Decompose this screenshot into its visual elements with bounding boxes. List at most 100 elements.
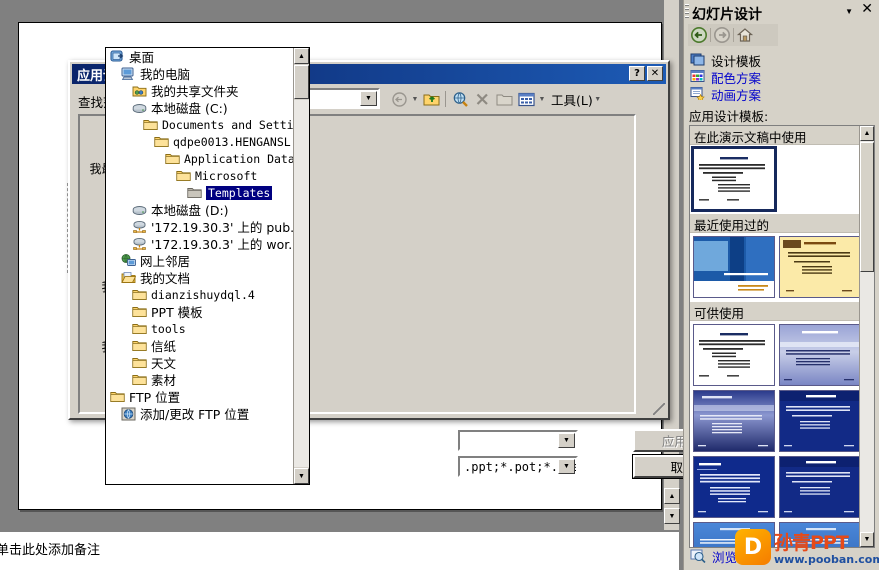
drive-icon xyxy=(132,204,147,216)
tree-item[interactable]: Documents and Settings xyxy=(106,116,293,133)
tree-item[interactable]: 网上邻居 xyxy=(106,252,293,269)
home-icon[interactable] xyxy=(734,25,756,45)
views-button[interactable] xyxy=(515,89,537,110)
scroll-up-icon[interactable]: ▲ xyxy=(664,488,680,504)
task-pane-dropdown-icon[interactable]: ▼ xyxy=(845,7,853,16)
template-thumbnail[interactable] xyxy=(693,390,775,452)
task-pane-gripper[interactable] xyxy=(685,4,689,20)
tree-item[interactable]: FTP 位置 xyxy=(106,388,293,405)
tree-item[interactable]: 本地磁盘 (D:) xyxy=(106,201,293,218)
search-web-button[interactable] xyxy=(449,89,471,110)
tree-item[interactable]: 我的共享文件夹 xyxy=(106,82,293,99)
folder-icon xyxy=(132,373,147,386)
design-template-listbox[interactable]: 在此演示文稿中使用 最近使用过的 可供使用 ▲ ▼ xyxy=(689,125,875,548)
tree-item[interactable]: 本地磁盘 (C:) xyxy=(106,99,293,116)
desktop-icon xyxy=(110,49,125,64)
template-thumbnail[interactable] xyxy=(693,456,775,518)
tree-item[interactable]: '172.19.30.3' 上的 wor... xyxy=(106,235,293,252)
tree-item-label: 我的文档 xyxy=(140,271,191,286)
tree-scroll-up-icon[interactable]: ▲ xyxy=(294,48,309,64)
scroll-down-icon[interactable]: ▼ xyxy=(664,508,680,524)
color-scheme-icon xyxy=(690,69,705,86)
views-dropdown-icon[interactable]: ▼ xyxy=(537,96,547,103)
template-thumbnail[interactable] xyxy=(779,456,861,518)
tree-item[interactable]: 添加/更改 FTP 位置 xyxy=(106,405,293,422)
template-thumbnail[interactable] xyxy=(693,324,775,386)
template-scroll-thumb[interactable] xyxy=(860,142,874,272)
forward-icon[interactable] xyxy=(711,25,733,45)
tree-item[interactable]: PPT 模板 xyxy=(106,303,293,320)
tree-item[interactable]: qdpe0013.HENGANSL xyxy=(106,133,293,150)
network-drive-icon xyxy=(132,220,147,233)
site-watermark: D 孙青PPT www.pooban.com xyxy=(735,528,879,566)
tree-item-label: 本地磁盘 (C:) xyxy=(151,101,228,116)
template-thumbnail[interactable] xyxy=(779,324,861,386)
tools-dropdown-icon[interactable]: ▼ xyxy=(593,96,603,103)
template-thumbnail[interactable] xyxy=(691,146,777,212)
tree-scroll-thumb[interactable] xyxy=(294,65,309,99)
template-group-header: 可供使用 xyxy=(690,302,874,321)
close-icon[interactable]: ✕ xyxy=(647,66,663,81)
tree-item[interactable]: Application Data xyxy=(106,150,293,167)
notes-pane[interactable]: 单击此处添加备注 xyxy=(0,530,679,570)
file-name-chevron-down-icon[interactable]: ▼ xyxy=(558,433,575,448)
task-pane-navbar xyxy=(688,24,778,46)
look-in-dropdown-list[interactable]: 桌面 我的电脑 我的共享文件夹本地磁盘 (C:) Documents and Sett… xyxy=(105,47,310,485)
back-button[interactable] xyxy=(388,89,410,110)
task-pane-link-label: 动画方案 xyxy=(711,88,762,103)
template-thumbnail[interactable] xyxy=(779,390,861,452)
screen-root: ▲ ▼ 单击此处添加备注 应用设计模板 ? ✕ 查找范围(I): Templat… xyxy=(0,0,879,570)
folder-icon xyxy=(110,390,125,403)
chevron-down-icon[interactable]: ▼ xyxy=(360,91,377,106)
folder-open-icon xyxy=(187,186,202,199)
tree-item[interactable]: 我的文档 xyxy=(106,269,293,286)
template-groups-container: 在此演示文稿中使用 最近使用过的 可供使用 xyxy=(690,126,874,547)
dialog-resize-grip[interactable] xyxy=(653,403,665,415)
back-icon[interactable] xyxy=(688,25,710,45)
tree-vertical-scrollbar[interactable]: ▲ ▼ xyxy=(293,48,309,484)
task-pane-link-animation-scheme[interactable]: 动画方案 xyxy=(690,85,761,104)
template-thumbnail[interactable] xyxy=(779,236,861,298)
tree-scroll-down-icon[interactable]: ▼ xyxy=(294,468,309,484)
new-folder-button[interactable] xyxy=(493,89,515,110)
tree-item-label: Templates xyxy=(206,185,273,200)
tree-item[interactable]: 素材 xyxy=(106,371,293,388)
template-thumbnail-grid xyxy=(690,233,874,302)
tree-item[interactable]: tools xyxy=(106,320,293,337)
ftp-icon xyxy=(121,407,136,421)
my-documents-icon xyxy=(121,271,136,284)
tree-item[interactable]: 我的电脑 xyxy=(106,65,293,82)
delete-button[interactable] xyxy=(471,89,493,110)
template-scroll-up-icon[interactable]: ▲ xyxy=(860,126,874,141)
tree-item[interactable]: 桌面 xyxy=(106,48,293,65)
folder-icon xyxy=(132,305,147,318)
watermark-badge: D xyxy=(735,529,771,565)
file-type-field[interactable]: .ppt;*.pot;*.pps) ▼ xyxy=(458,456,578,477)
shared-folder-icon xyxy=(132,84,147,98)
design-template-icon xyxy=(690,52,705,69)
task-pane-close-icon[interactable]: ✕ xyxy=(861,2,873,16)
tree-scroll-track[interactable] xyxy=(294,100,309,467)
help-icon[interactable]: ? xyxy=(629,66,645,81)
watermark-main: 孙青PPT xyxy=(774,532,849,554)
up-one-level-button[interactable] xyxy=(420,89,442,110)
tree-item[interactable]: 天文 xyxy=(106,354,293,371)
file-type-chevron-down-icon[interactable]: ▼ xyxy=(558,459,575,474)
watermark-text: 孙青PPT www.pooban.com xyxy=(774,528,879,566)
task-pane-title: 幻灯片设计 xyxy=(692,7,762,23)
network-places-icon xyxy=(121,254,136,267)
tree-item-label: tools xyxy=(151,321,186,336)
template-list-scrollbar[interactable]: ▲ ▼ xyxy=(859,126,874,547)
tree-item[interactable]: Templates xyxy=(106,184,293,201)
tree-items-container: 桌面 我的电脑 我的共享文件夹本地磁盘 (C:) Documents and Sett… xyxy=(106,48,293,484)
file-name-field[interactable]: ▼ xyxy=(458,430,578,451)
tree-item[interactable]: '172.19.30.3' 上的 pub... xyxy=(106,218,293,235)
tree-item-label: PPT 模板 xyxy=(151,305,203,320)
tree-item[interactable]: dianzishuydql.4 xyxy=(106,286,293,303)
tree-item[interactable]: Microsoft xyxy=(106,167,293,184)
folder-icon xyxy=(132,288,147,301)
template-thumbnail[interactable] xyxy=(693,236,775,298)
tools-menu-label[interactable]: 工具(L) xyxy=(551,90,593,109)
tree-item[interactable]: 信纸 xyxy=(106,337,293,354)
back-dropdown-icon[interactable]: ▼ xyxy=(410,96,420,103)
